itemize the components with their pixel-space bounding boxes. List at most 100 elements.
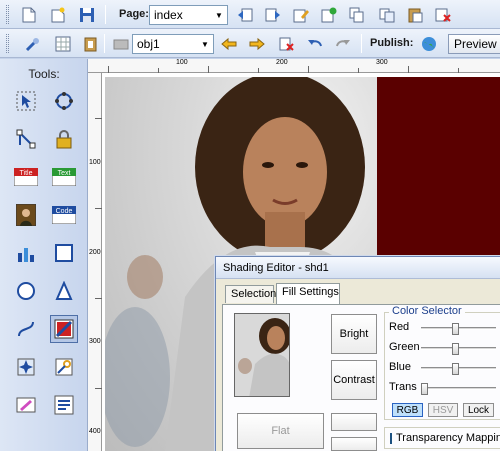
slider-thumb[interactable]	[452, 323, 459, 335]
dialog-title[interactable]: Shading Editor - shd1	[216, 257, 500, 279]
next-page-button[interactable]	[262, 4, 284, 25]
arrow-right-icon	[249, 37, 265, 50]
object-disabled-button	[110, 33, 132, 54]
undo-button[interactable]	[304, 33, 326, 54]
brush-icon	[16, 397, 36, 413]
node-tool[interactable]	[12, 125, 40, 153]
tab-selection[interactable]: Selection	[225, 285, 276, 303]
rotate-icon	[55, 92, 73, 110]
object-select[interactable]: obj1 ▼	[132, 34, 214, 54]
blank-option-button-2[interactable]	[331, 437, 377, 451]
object-grid-button[interactable]	[52, 33, 74, 54]
transparency-label: Transparency Mapping	[396, 432, 500, 444]
page-select-value: index	[154, 8, 183, 22]
link-tool[interactable]	[50, 353, 78, 381]
horizontal-ruler: 100 200 300	[88, 59, 500, 73]
new-file-button[interactable]	[18, 4, 40, 25]
grid-icon	[55, 36, 71, 51]
slider-thumb[interactable]	[421, 383, 428, 395]
bright-button[interactable]: Bright	[331, 314, 377, 354]
arrow-right-page-icon	[265, 8, 280, 21]
flat-button[interactable]: Flat	[237, 413, 324, 449]
lock-button[interactable]: Lock	[463, 403, 494, 417]
chart-tool[interactable]	[12, 239, 40, 267]
brush-tool[interactable]	[12, 391, 40, 419]
toolbar-separator	[361, 34, 362, 53]
chart-icon	[18, 248, 34, 262]
preview-button[interactable]: Preview	[448, 34, 500, 54]
copy-icon	[349, 7, 364, 22]
green-slider[interactable]	[421, 343, 496, 355]
code-tool[interactable]: Code	[50, 201, 78, 229]
ellipse-tool[interactable]	[12, 277, 40, 305]
save-button[interactable]	[76, 4, 98, 25]
toolbar-grip[interactable]	[6, 5, 9, 24]
paste-icon	[408, 8, 423, 22]
new-page-button[interactable]	[47, 4, 69, 25]
preview-image	[235, 314, 289, 396]
shading-icon	[54, 319, 74, 339]
redo-button[interactable]	[332, 33, 354, 54]
object-copy-button[interactable]	[80, 33, 102, 54]
title-icon: Title	[14, 168, 38, 186]
circle-icon	[17, 282, 35, 300]
rectangle-tool[interactable]	[50, 239, 78, 267]
transparency-mapping-row[interactable]: Transparency Mapping	[384, 427, 500, 449]
ruler-tick-label: 400	[89, 428, 101, 435]
clipboard-icon	[84, 37, 97, 51]
delete-icon	[279, 37, 294, 51]
arrow-left-page-icon	[238, 8, 253, 21]
delete-page-icon	[435, 8, 451, 22]
edit-page-button[interactable]	[290, 4, 312, 25]
tab-fill-settings[interactable]: Fill Settings	[276, 283, 340, 304]
toolbar-grip[interactable]	[6, 34, 9, 53]
transparency-checkbox[interactable]	[390, 432, 392, 444]
rgb-button[interactable]: RGB	[392, 403, 423, 417]
publish-button[interactable]	[418, 33, 440, 54]
title-tool-text: Title	[20, 170, 33, 177]
curve-icon	[18, 321, 34, 337]
trans-slider[interactable]	[421, 383, 496, 395]
new-page-icon	[51, 7, 65, 22]
link-icon	[55, 358, 73, 376]
slider-thumb[interactable]	[452, 343, 459, 355]
form-tool[interactable]	[50, 391, 78, 419]
rotate-tool[interactable]	[50, 87, 78, 115]
ruler-tick-label: 100	[89, 159, 101, 166]
slider-thumb[interactable]	[452, 363, 459, 375]
object-select-value: obj1	[137, 37, 160, 51]
shading-tool[interactable]	[50, 315, 78, 343]
blue-slider[interactable]	[421, 363, 496, 375]
object-delete-button[interactable]	[276, 33, 298, 54]
title-tool[interactable]: Title	[12, 163, 40, 191]
object-prev-button[interactable]	[218, 33, 240, 54]
select-tool[interactable]	[12, 87, 40, 115]
page-select[interactable]: index ▼	[149, 5, 228, 25]
object-next-button[interactable]	[246, 33, 268, 54]
blank-option-button[interactable]	[331, 413, 377, 431]
save-icon	[80, 7, 94, 22]
polygon-tool[interactable]	[50, 277, 78, 305]
blue-label: Blue	[389, 361, 412, 373]
delete-page-button[interactable]	[432, 4, 454, 25]
text-tool-text: Text	[58, 170, 71, 177]
image-tool[interactable]	[12, 201, 40, 229]
prev-page-button[interactable]	[234, 4, 256, 25]
ruler-tick-label: 200	[89, 249, 101, 256]
object-properties-button[interactable]	[22, 33, 44, 54]
copy-page-button[interactable]	[346, 4, 368, 25]
code-icon: Code	[52, 206, 76, 224]
hsv-button[interactable]: HSV	[428, 403, 458, 417]
sparkle-tool[interactable]	[12, 353, 40, 381]
shading-preview-thumbnail	[234, 313, 290, 397]
paste-button[interactable]	[404, 4, 426, 25]
text-tool[interactable]: Text	[50, 163, 78, 191]
trans-label: Trans	[389, 381, 417, 393]
main-toolbar: Page: index ▼	[0, 0, 500, 29]
contrast-button[interactable]: Contrast	[331, 360, 377, 400]
add-page-button[interactable]	[318, 4, 340, 25]
lock-tool[interactable]	[50, 125, 78, 153]
red-slider[interactable]	[421, 323, 496, 335]
duplicate-button[interactable]	[376, 4, 398, 25]
curve-tool[interactable]	[12, 315, 40, 343]
